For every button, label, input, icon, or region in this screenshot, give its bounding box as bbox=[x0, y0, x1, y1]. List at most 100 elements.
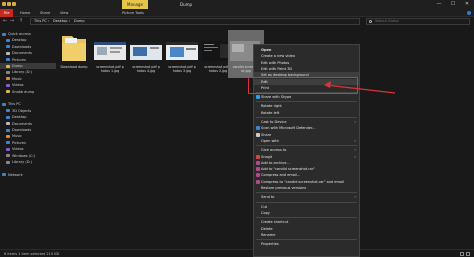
quick-access-toolbar[interactable] bbox=[2, 2, 32, 7]
menu-separator bbox=[256, 201, 357, 203]
save-icon[interactable] bbox=[2, 2, 6, 6]
nav-item[interactable]: Snabb dump bbox=[0, 89, 56, 95]
maximize-button[interactable]: ☐ bbox=[446, 0, 460, 9]
nav-item[interactable]: Videos bbox=[0, 146, 56, 152]
tab-file[interactable]: File bbox=[0, 9, 13, 17]
details-view-icon[interactable] bbox=[460, 252, 464, 256]
menu-item[interactable]: Restore previous versions bbox=[254, 185, 359, 191]
nav-item[interactable]: Downloads bbox=[0, 44, 56, 50]
pc-icon bbox=[2, 102, 6, 106]
menu-item[interactable]: Rotate left bbox=[254, 110, 359, 116]
menu-item-label: Send to bbox=[261, 195, 275, 200]
nav-item[interactable]: 3D Objects bbox=[0, 108, 56, 114]
tab-home[interactable]: Home bbox=[20, 9, 30, 17]
nav-item[interactable]: Documents bbox=[0, 121, 56, 127]
submenu-arrow-icon: › bbox=[354, 147, 356, 153]
file-item[interactable]: screenshot pdf p hotos 4.jpg bbox=[128, 30, 164, 78]
menu-item[interactable]: Send to › bbox=[254, 194, 359, 200]
menu-item[interactable]: Properties bbox=[254, 241, 359, 247]
menu-item[interactable]: Compress and email... bbox=[254, 172, 359, 178]
menu-item[interactable]: Copy bbox=[254, 210, 359, 216]
file-item[interactable]: screenshot pdf p hotos 3.jpg bbox=[164, 30, 200, 78]
menu-item[interactable]: Edit with Paint 3D bbox=[254, 66, 359, 72]
image-thumbnail bbox=[130, 42, 162, 60]
menu-item[interactable]: Create shortcut bbox=[254, 219, 359, 225]
nav-item-label: Music bbox=[12, 76, 22, 81]
manage-tab[interactable]: Manage bbox=[122, 0, 148, 9]
large-icons-view-icon[interactable] bbox=[466, 252, 470, 256]
forward-button[interactable]: → bbox=[9, 18, 15, 24]
menu-item[interactable]: Share with Skype bbox=[254, 94, 359, 100]
menu-item-label: Snagit bbox=[261, 154, 273, 159]
nav-item[interactable]: This PC bbox=[0, 101, 56, 107]
dropdown-icon[interactable] bbox=[12, 2, 16, 6]
search-box[interactable] bbox=[366, 18, 470, 25]
menu-item[interactable]: Add to "candid screenshot.rar" bbox=[254, 166, 359, 172]
drive-icon bbox=[6, 154, 10, 158]
file-label: screenshot pdf p hotos 3.jpg bbox=[168, 65, 196, 73]
download-icon bbox=[6, 128, 10, 132]
document-icon bbox=[6, 122, 10, 126]
breadcrumb-this-pc[interactable]: This PC bbox=[34, 19, 47, 24]
nav-item-label: Dump bbox=[12, 64, 23, 68]
menu-item[interactable]: Cut bbox=[254, 204, 359, 210]
nav-item[interactable]: Pictures bbox=[0, 57, 56, 63]
menu-item[interactable]: Rotate right bbox=[254, 103, 359, 109]
menu-item[interactable]: Give access to › bbox=[254, 147, 359, 153]
menu-item[interactable]: Open bbox=[254, 47, 359, 53]
nav-item[interactable]: Quick access bbox=[0, 31, 56, 37]
menu-item-label: Cut bbox=[261, 204, 268, 209]
nav-item[interactable]: Library (D:) bbox=[0, 69, 56, 75]
ribbon-tabs: File Home Share View Picture Tools bbox=[0, 9, 474, 17]
menu-item[interactable]: Scan with Microsoft Defender... bbox=[254, 125, 359, 131]
menu-item[interactable]: Add to archive... bbox=[254, 160, 359, 166]
folder-icon[interactable] bbox=[7, 2, 11, 6]
menu-item[interactable]: Compress to "candid screenshot.rar" and … bbox=[254, 179, 359, 185]
close-button[interactable]: ✕ bbox=[460, 0, 474, 9]
nav-item-label: Desktop bbox=[12, 115, 27, 120]
nav-item[interactable]: Windows (C:) bbox=[0, 153, 56, 159]
menu-item[interactable]: Rename bbox=[254, 232, 359, 238]
menu-item[interactable]: Open with › bbox=[254, 138, 359, 144]
menu-item-label: Restore previous versions bbox=[261, 186, 307, 190]
menu-item[interactable]: Cast to Device › bbox=[254, 119, 359, 125]
menu-item[interactable]: Create a new video bbox=[254, 53, 359, 59]
menu-item[interactable]: Share bbox=[254, 132, 359, 138]
nav-item-label: Music bbox=[12, 134, 22, 139]
tab-view[interactable]: View bbox=[60, 9, 68, 17]
file-item[interactable]: Download dump bbox=[56, 30, 92, 78]
nav-item[interactable]: Dump bbox=[0, 63, 56, 69]
nav-item[interactable]: Pictures bbox=[0, 140, 56, 146]
menu-item-label: Create shortcut bbox=[261, 220, 289, 225]
nav-item[interactable]: Network bbox=[0, 172, 56, 178]
nav-item[interactable]: Desktop bbox=[0, 37, 56, 43]
address-bar[interactable]: This PC › Desktop › Dump bbox=[30, 18, 360, 25]
folder-icon bbox=[6, 90, 10, 94]
submenu-arrow-icon: › bbox=[354, 137, 356, 143]
menu-item[interactable]: Delete bbox=[254, 226, 359, 232]
nav-item-label: Quick access bbox=[8, 32, 31, 36]
tab-share[interactable]: Share bbox=[40, 9, 50, 17]
search-input[interactable] bbox=[375, 19, 465, 24]
tab-picture-tools[interactable]: Picture Tools bbox=[122, 9, 144, 17]
up-button[interactable]: ↑ bbox=[18, 18, 24, 24]
nav-item[interactable]: Library (D:) bbox=[0, 159, 56, 165]
nav-item[interactable]: Music bbox=[0, 76, 56, 82]
breadcrumb-dump[interactable]: Dump bbox=[74, 19, 85, 24]
menu-item-label: Add to "candid screenshot.rar" bbox=[261, 167, 315, 172]
minimize-button[interactable]: — bbox=[432, 0, 446, 9]
nav-item[interactable]: Documents bbox=[0, 50, 56, 56]
menu-item[interactable]: Snagit › bbox=[254, 154, 359, 160]
nav-item[interactable]: Downloads bbox=[0, 127, 56, 133]
nav-item[interactable]: Music bbox=[0, 133, 56, 139]
back-button[interactable]: ← bbox=[2, 18, 8, 24]
nav-item bbox=[0, 95, 56, 101]
menu-item[interactable]: Edit with Photos bbox=[254, 60, 359, 66]
menu-item-label: Properties bbox=[261, 242, 279, 247]
file-item[interactable]: screenshot pdf p hotos 1.jpg bbox=[92, 30, 128, 78]
nav-item-label: Downloads bbox=[12, 128, 32, 132]
breadcrumb-desktop[interactable]: Desktop bbox=[53, 19, 67, 24]
nav-item[interactable]: Desktop bbox=[0, 114, 56, 120]
nav-item[interactable]: Videos bbox=[0, 82, 56, 88]
help-icon[interactable] bbox=[467, 11, 471, 15]
